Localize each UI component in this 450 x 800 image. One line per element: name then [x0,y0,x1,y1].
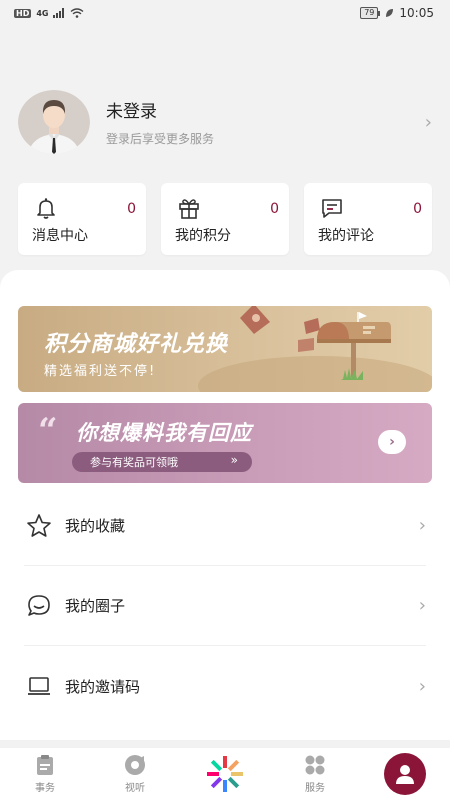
chevron-right-icon: › [418,675,426,697]
user-icon [384,753,426,795]
stat-card-messages[interactable]: 0 消息中心 [18,183,146,255]
points-count: 0 [270,201,279,217]
login-hint: 登录后享受更多服务 [106,132,215,146]
banner-tipoff-pill[interactable]: 参与有奖品可领哦 » [72,452,252,472]
battery-icon: 79 [360,7,381,19]
profile-text: 未登录 登录后享受更多服务 [106,97,425,147]
tab-me[interactable] [360,753,450,795]
message-count: 0 [127,201,136,217]
tab-media[interactable]: 视听 [90,754,180,794]
laptop-icon [28,677,50,695]
avatar[interactable] [18,90,90,154]
points-mall-banner[interactable]: 积分商城好礼兑换 精选福利送不停! [18,306,432,392]
comment-count: 0 [413,201,422,217]
menu-label-circles: 我的圈子 [65,597,126,615]
hd-indicator: HD [14,8,32,18]
status-bar: HD 4G 79 10:05 [0,0,450,26]
tab-affairs[interactable]: 事务 [0,754,90,794]
video-icon [125,755,145,775]
network-type: 4G [36,8,49,18]
chevron-right-icon: › [418,515,426,536]
menu-item-favorites[interactable]: 我的收藏 › [24,486,426,566]
clock: 10:05 [399,6,434,20]
stat-label-points: 我的积分 [175,228,231,244]
banner-mall-subtitle: 精选福利送不停! [44,364,157,379]
grid-icon [305,755,325,775]
arrow-right-button[interactable]: › [378,430,406,454]
bottom-tab-bar: 事务 视听 服务 [0,748,450,800]
tab-label-affairs: 事务 [35,783,55,794]
menu-label-favorites: 我的收藏 [65,517,126,535]
menu-item-invite-code[interactable]: 我的邀请码 › [24,646,426,726]
banner-tipoff-pill-text: 参与有奖品可领哦 [90,456,178,469]
stat-card-comments[interactable]: 0 我的评论 [304,183,432,255]
banner-tipoff-title: 你想爆料我有回应 [76,421,252,445]
tab-label-services: 服务 [305,783,325,794]
stats-row: 0 消息中心 0 我的积分 0 我的评论 [18,183,432,255]
stat-label-messages: 消息中心 [32,228,88,244]
star-icon [27,513,51,537]
signal-icon [53,8,65,18]
leaf-icon [386,9,394,17]
tipoff-banner[interactable]: “ 你想爆料我有回应 参与有奖品可领哦 » › [18,403,432,483]
banner-mall-title: 积分商城好礼兑换 [44,332,229,357]
logo-icon [207,756,243,792]
content-panel: 积分商城好礼兑换 精选福利送不停! “ 你想爆料我有回应 参与有奖品可领哦 » … [0,270,450,740]
tab-services[interactable]: 服务 [270,754,360,794]
menu-label-invite-code: 我的邀请码 [65,677,141,696]
chevron-right-icon: › [424,111,432,133]
gift-icon [179,199,199,219]
battery-level: 79 [360,7,379,19]
comment-icon [322,199,342,218]
menu-item-circles[interactable]: 我的圈子 › [24,566,426,646]
default-avatar-icon [18,90,90,154]
menu-list: 我的收藏 › 我的圈子 › 我的邀请码 › [0,486,450,726]
bell-icon [37,198,55,219]
login-status: 未登录 [106,102,157,122]
chevron-right-icon: › [418,595,426,616]
status-right: 79 10:05 [360,6,434,20]
clipboard-icon [37,755,53,775]
status-left: HD 4G [14,8,84,18]
chat-bubble-icon [28,594,50,616]
profile-header[interactable]: 未登录 登录后享受更多服务 › [0,86,450,158]
tab-home[interactable] [180,754,270,794]
double-arrow-icon: » [230,453,238,467]
quote-mark-icon: “ [38,411,58,451]
wifi-icon [71,8,84,18]
stat-card-points[interactable]: 0 我的积分 [161,183,289,255]
tab-label-media: 视听 [125,783,145,794]
stat-label-comments: 我的评论 [318,228,374,244]
